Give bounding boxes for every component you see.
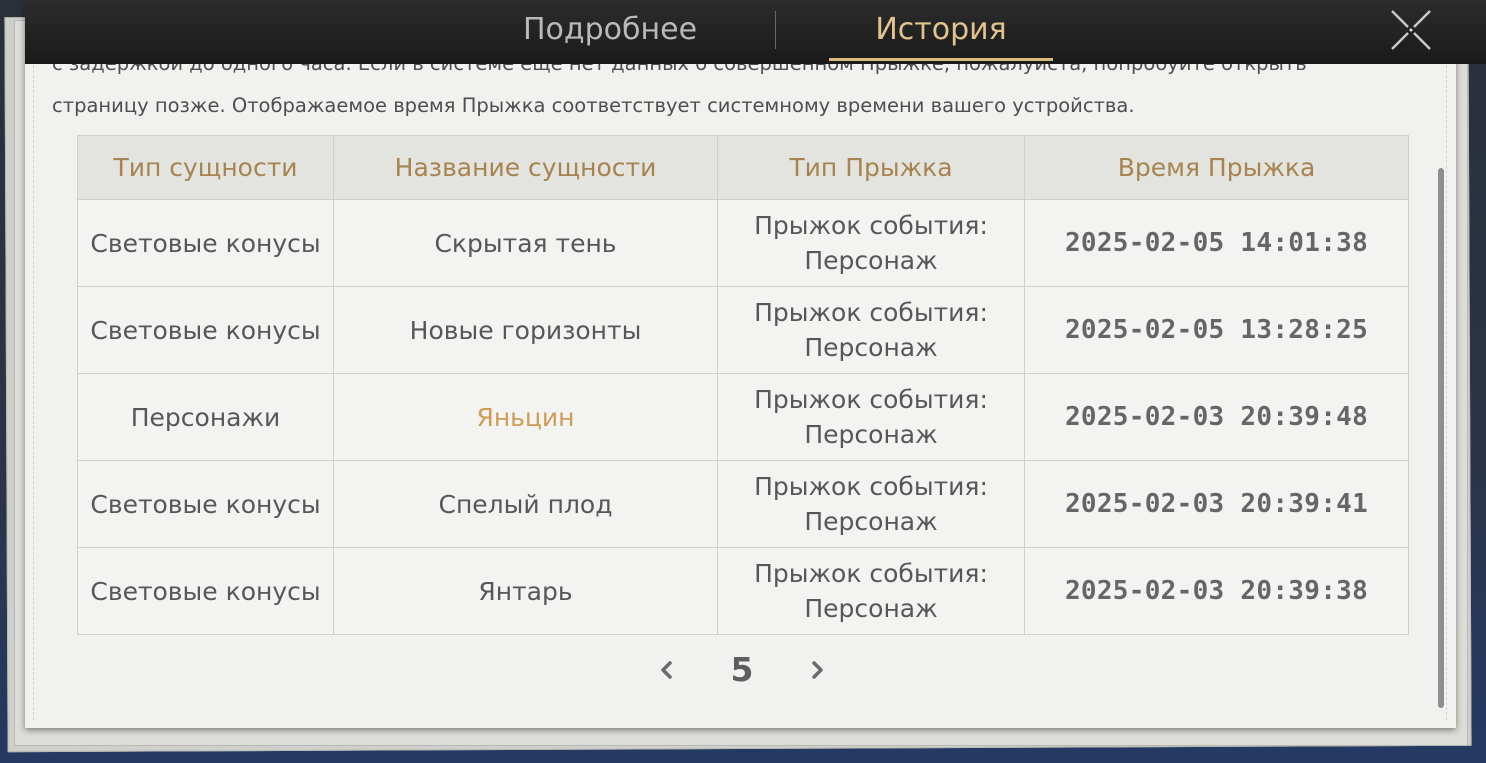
tab-details[interactable]: Подробнее	[465, 0, 755, 64]
cell-jump-time: 2025-02-03 20:39:38	[1024, 547, 1409, 635]
table-row: Световые конусы Скрытая тень Прыжок собы…	[77, 199, 1409, 287]
history-table: Тип сущности Название сущности Тип Прыжк…	[77, 135, 1409, 635]
tab-separator	[775, 11, 776, 49]
pagination: 5	[52, 647, 1412, 697]
column-header-jump-type: Тип Прыжка	[717, 135, 1025, 200]
table-row: Световые конусы Новые горизонты Прыжок с…	[77, 286, 1409, 374]
cell-entity-type: Световые конусы	[77, 286, 334, 374]
cell-jump-type: Прыжок события: Персонаж	[717, 286, 1025, 374]
notice-line-1: с задержкой до одного часа. Если в систе…	[52, 64, 1307, 77]
previous-page-button[interactable]	[654, 655, 678, 685]
cell-entity-type: Световые конусы	[77, 460, 334, 548]
cell-jump-type: Прыжок события: Персонаж	[717, 199, 1025, 287]
cell-entity-type: Персонажи	[77, 373, 334, 461]
chevron-left-icon	[661, 661, 672, 679]
cell-jump-type: Прыжок события: Персонаж	[717, 547, 1025, 635]
chevron-right-icon	[812, 661, 823, 679]
active-tab-indicator	[829, 58, 1053, 61]
column-header-jump-time: Время Прыжка	[1024, 135, 1409, 200]
cell-entity-name: Спелый плод	[333, 460, 718, 548]
column-header-entity-name: Название сущности	[333, 135, 718, 200]
cell-entity-type: Световые конусы	[77, 199, 334, 287]
current-page-number: 5	[730, 650, 754, 689]
column-header-entity-type: Тип сущности	[77, 135, 334, 200]
table-row: Световые конусы Спелый плод Прыжок событ…	[77, 460, 1409, 548]
scrollbar[interactable]	[1438, 168, 1444, 708]
cell-entity-name: Скрытая тень	[333, 199, 718, 287]
cell-entity-name: Янтарь	[333, 547, 718, 635]
cell-jump-type: Прыжок события: Персонаж	[717, 460, 1025, 548]
tab-history[interactable]: История	[829, 0, 1053, 64]
table-row: Световые конусы Янтарь Прыжок события: П…	[77, 547, 1409, 635]
table-header-row: Тип сущности Название сущности Тип Прыжк…	[77, 135, 1409, 200]
tab-history-label: История	[875, 12, 1007, 47]
cell-jump-type: Прыжок события: Персонаж	[717, 373, 1025, 461]
cell-entity-type: Световые конусы	[77, 547, 334, 635]
cell-jump-time: 2025-02-03 20:39:48	[1024, 373, 1409, 461]
notice-line-2: страницу позже. Отображаемое время Прыжк…	[52, 94, 1135, 117]
close-button[interactable]	[1389, 8, 1433, 52]
cell-entity-name: Новые горизонты	[333, 286, 718, 374]
close-icon	[1391, 10, 1431, 50]
table-row: Персонажи Яньцин Прыжок события: Персона…	[77, 373, 1409, 461]
tab-bar: Подробнее История	[25, 0, 1486, 64]
cell-jump-time: 2025-02-05 13:28:25	[1024, 286, 1409, 374]
next-page-button[interactable]	[806, 655, 830, 685]
cell-jump-time: 2025-02-03 20:39:41	[1024, 460, 1409, 548]
cell-entity-name: Яньцин	[333, 373, 718, 461]
cell-jump-time: 2025-02-05 14:01:38	[1024, 199, 1409, 287]
history-content: с задержкой до одного часа. Если в систе…	[52, 64, 1412, 714]
